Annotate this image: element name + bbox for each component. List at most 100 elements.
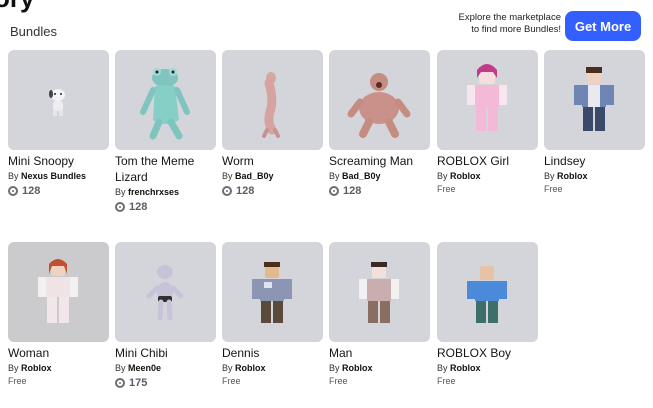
creator-by-label: By xyxy=(544,171,555,181)
bundle-price: 175 xyxy=(129,377,148,389)
bundle-price: 128 xyxy=(343,185,362,197)
bundle-creator: By Roblox xyxy=(8,362,109,374)
creator-by-label: By xyxy=(115,363,126,373)
bundle-creator: By Roblox xyxy=(437,170,538,182)
roblox-girl-figure-icon xyxy=(467,64,507,131)
bundle-price: 128 xyxy=(236,185,255,197)
creator-by-label: By xyxy=(8,171,19,181)
bundle-thumbnail[interactable] xyxy=(8,242,109,342)
bundle-card-worm[interactable]: Worm By Bad_B0y 128 xyxy=(222,50,323,198)
creator-link[interactable]: frenchrxses xyxy=(128,187,179,197)
creator-by-label: By xyxy=(329,171,340,181)
robux-icon xyxy=(222,186,232,196)
creator-link[interactable]: Bad_B0y xyxy=(342,171,381,181)
creator-link[interactable]: Roblox xyxy=(235,363,266,373)
bundle-creator: By Bad_B0y xyxy=(329,170,430,182)
price-row: 128 xyxy=(115,200,216,214)
man-figure-icon xyxy=(359,262,399,323)
bundle-creator: By Nexus Bundles xyxy=(8,170,109,182)
marketplace-promo: Explore the marketplace to find more Bun… xyxy=(459,12,561,36)
bundle-name[interactable]: Screaming Man xyxy=(329,153,430,169)
bundle-creator: By Meen0e xyxy=(115,362,216,374)
bundle-price-free: Free xyxy=(8,376,27,386)
bundle-name[interactable]: Mini Chibi xyxy=(115,345,216,361)
bundle-creator: By Bad_B0y xyxy=(222,170,323,182)
robux-icon xyxy=(115,202,125,212)
bundle-thumbnail[interactable] xyxy=(329,242,430,342)
creator-by-label: By xyxy=(8,363,19,373)
bundle-name[interactable]: Woman xyxy=(8,345,109,361)
bundle-thumbnail[interactable] xyxy=(437,50,538,150)
creator-link[interactable]: Roblox xyxy=(450,171,481,181)
bundle-creator: By Roblox xyxy=(222,362,323,374)
bundle-thumbnail[interactable] xyxy=(437,242,538,342)
bundle-price-free: Free xyxy=(222,376,241,386)
lindsey-figure-icon xyxy=(574,67,614,131)
promo-line-2: to find more Bundles! xyxy=(471,24,561,35)
bundle-card-lindsey[interactable]: Lindsey By Roblox Free xyxy=(544,50,645,194)
bundle-creator: By Roblox xyxy=(329,362,430,374)
bundle-thumbnail[interactable] xyxy=(222,242,323,342)
bundle-thumbnail[interactable] xyxy=(329,50,430,150)
bundle-card-man[interactable]: Man By Roblox Free xyxy=(329,242,430,386)
creator-link[interactable]: Roblox xyxy=(342,363,373,373)
bundle-thumbnail[interactable] xyxy=(8,50,109,150)
creator-by-label: By xyxy=(437,363,448,373)
price-row: 128 xyxy=(222,184,323,198)
bundle-price: 128 xyxy=(129,201,148,213)
bundle-price-free: Free xyxy=(544,184,563,194)
section-label-bundles: Bundles xyxy=(10,24,57,39)
bundle-thumbnail[interactable] xyxy=(115,242,216,342)
screaming-man-figure-icon xyxy=(347,73,411,138)
bundle-card-roblox-girl[interactable]: ROBLOX Girl By Roblox Free xyxy=(437,50,538,194)
bundle-thumbnail[interactable] xyxy=(544,50,645,150)
bundle-price-free: Free xyxy=(437,376,456,386)
creator-link[interactable]: Roblox xyxy=(450,363,481,373)
creator-link[interactable]: Roblox xyxy=(557,171,588,181)
bundle-card-roblox-boy[interactable]: ROBLOX Boy By Roblox Free xyxy=(437,242,538,386)
bundle-thumbnail[interactable] xyxy=(222,50,323,150)
mini-snoopy-figure-icon xyxy=(49,89,65,116)
bundle-name[interactable]: ROBLOX Girl xyxy=(437,153,538,169)
creator-by-label: By xyxy=(329,363,340,373)
bundle-card-mini-snoopy[interactable]: Mini Snoopy By Nexus Bundles 128 xyxy=(8,50,109,198)
bundle-name[interactable]: Mini Snoopy xyxy=(8,153,109,169)
roblox-boy-figure-icon xyxy=(467,266,507,323)
creator-link[interactable]: Roblox xyxy=(21,363,52,373)
bundle-creator: By Roblox xyxy=(437,362,538,374)
promo-line-1: Explore the marketplace xyxy=(458,12,561,23)
creator-link[interactable]: Bad_B0y xyxy=(235,171,274,181)
bundle-name[interactable]: Lindsey xyxy=(544,153,645,169)
creator-by-label: By xyxy=(115,187,126,197)
price-row: 175 xyxy=(115,376,216,390)
mini-chibi-figure-icon xyxy=(146,265,184,321)
bundle-name[interactable]: Dennis xyxy=(222,345,323,361)
bundle-thumbnail[interactable] xyxy=(115,50,216,150)
bundle-name[interactable]: Tom the Meme Lizard xyxy=(115,153,216,185)
bundle-card-woman[interactable]: Woman By Roblox Free xyxy=(8,242,109,386)
bundle-card-mini-chibi[interactable]: Mini Chibi By Meen0e 175 xyxy=(115,242,216,390)
bundle-card-dennis[interactable]: Dennis By Roblox Free xyxy=(222,242,323,386)
creator-link[interactable]: Nexus Bundles xyxy=(21,171,86,181)
worm-figure-icon xyxy=(262,72,280,138)
creator-by-label: By xyxy=(222,171,233,181)
bundle-creator: By frenchrxses xyxy=(115,186,216,198)
robux-icon xyxy=(115,378,125,388)
lizard-figure-icon xyxy=(140,68,190,140)
bundle-price: 128 xyxy=(22,185,41,197)
bundle-name[interactable]: Worm xyxy=(222,153,323,169)
bundle-price-free: Free xyxy=(329,376,348,386)
bundle-name[interactable]: ROBLOX Boy xyxy=(437,345,538,361)
robux-icon xyxy=(329,186,339,196)
bundle-card-tom-lizard[interactable]: Tom the Meme Lizard By frenchrxses 128 xyxy=(115,50,216,214)
page-title: ory xyxy=(0,0,34,12)
creator-link[interactable]: Meen0e xyxy=(128,363,161,373)
bundle-price-free: Free xyxy=(437,184,456,194)
price-row: 128 xyxy=(329,184,430,198)
bundle-card-screaming-man[interactable]: Screaming Man By Bad_B0y 128 xyxy=(329,50,430,198)
robux-icon xyxy=(8,186,18,196)
woman-figure-icon xyxy=(38,259,78,323)
get-more-button[interactable]: Get More xyxy=(565,11,641,41)
bundle-creator: By Roblox xyxy=(544,170,645,182)
bundle-name[interactable]: Man xyxy=(329,345,430,361)
